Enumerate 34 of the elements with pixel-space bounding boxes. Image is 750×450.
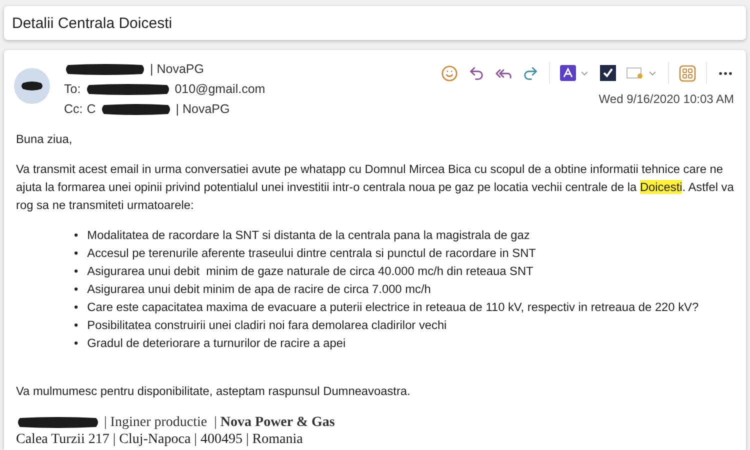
bullet-marker: • bbox=[74, 335, 78, 352]
closing-text: Va mulmumesc pentru disponibilitate, asteptam raspunsul Dumneavoastra. bbox=[16, 383, 412, 400]
bullet-marker: • bbox=[74, 281, 78, 298]
email-subject: Detalii Centrala Doicesti bbox=[12, 14, 172, 32]
bullet-marker: • bbox=[74, 245, 78, 262]
bullet-item: Asigurarea unui debit minim de apa de racire de circa 7.000 mc/h bbox=[87, 281, 431, 298]
sent-date: Wed 9/16/2020 10:03 AM bbox=[598, 92, 734, 106]
checkbox-icon[interactable] bbox=[600, 65, 616, 81]
to-label: To: bbox=[64, 82, 81, 96]
cc-name: C bbox=[86, 102, 96, 116]
bullet-item: Posibilitatea construirii unei cladiri noi fara demolarea cladirilor vechi bbox=[87, 317, 447, 334]
signature-title: | Inginer productie | Nova Power & Gas bbox=[104, 414, 335, 431]
bullet-item: Modalitatea de racordare la SNT si distanta de la centrala pana la magistrala de gaz bbox=[87, 227, 530, 244]
apps-icon[interactable] bbox=[679, 64, 696, 82]
bullet-marker: • bbox=[74, 317, 78, 334]
body-paragraph: Va transmit acest email in urma conversatiei avute pe whatapp cu Domnul Mircea Bica cu scopul de a obtine informatii tehnice care ne ajuta la formarea unei opinii privind potentialul unei investitii intr-o centrala noua pe gaz pe locatia vechii centrale de la Doicesti. Astfel va rog sa ne transmiteti urmatoarele: bbox=[16, 161, 734, 214]
bullet-item: Accesul pe terenurile aferente traseului dintre centrala si punctul de racordare in SNT bbox=[87, 245, 536, 262]
bullet-item: Care este capacitatea maxima de evacuare a puterii electrice in reteaua de 110 kV, respectiv in retreaua de 220 kV? bbox=[87, 299, 699, 316]
bullet-item: Gradul de deteriorare a turnurilor de racire a apei bbox=[87, 335, 346, 352]
bullet-marker: • bbox=[74, 263, 78, 280]
sender-avatar bbox=[14, 68, 50, 104]
forward-icon[interactable] bbox=[522, 64, 539, 82]
cc-name: | NovaPG bbox=[176, 102, 230, 116]
bullet-marker: • bbox=[74, 299, 78, 316]
emoji-icon[interactable] bbox=[441, 64, 458, 82]
cc-label: Cc: bbox=[64, 102, 83, 116]
recipient-address: 010@gmail.com bbox=[174, 82, 266, 96]
bullet-item: Asigurarea unui debit minim de gaze naturale de circa 40.000 mc/h din reteaua SNT bbox=[87, 263, 534, 280]
sender-name: | NovaPG bbox=[150, 62, 204, 76]
pdf-icon[interactable] bbox=[560, 65, 590, 81]
signature-address: Calea Turzii 217 | Cluj-Napoca | 400495 | Romania bbox=[16, 431, 304, 448]
bullet-marker: • bbox=[74, 227, 78, 244]
reply-icon[interactable] bbox=[468, 64, 485, 82]
greeting: Buna ziua, bbox=[16, 131, 74, 148]
